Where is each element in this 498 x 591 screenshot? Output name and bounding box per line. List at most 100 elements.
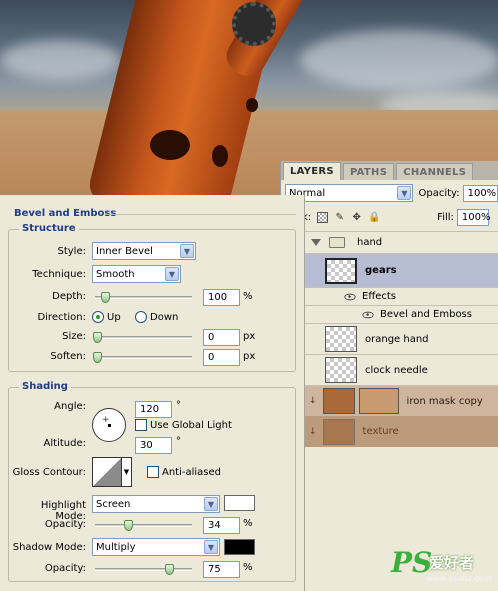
panel-tabs: LAYERS PATHS CHANNELS xyxy=(281,161,498,180)
eye-icon[interactable] xyxy=(362,311,374,318)
site-watermark: PS 爱好者 www.psahz.com xyxy=(391,546,495,588)
shadow-opacity-unit: % xyxy=(243,562,253,573)
anti-aliased-checkbox[interactable] xyxy=(147,466,159,478)
effects-label: Effects xyxy=(362,291,396,302)
lock-transparent-icon[interactable] xyxy=(317,211,329,223)
depth-slider[interactable] xyxy=(95,292,192,303)
shadow-opacity-field[interactable]: 75 xyxy=(203,561,240,578)
layer-texture[interactable]: ↓ texture xyxy=(281,416,498,447)
soften-slider-thumb[interactable] xyxy=(93,352,102,363)
direction-up-radio[interactable] xyxy=(92,311,104,323)
fill-field[interactable]: 100% xyxy=(456,208,491,226)
layer-group-hand[interactable]: hand xyxy=(281,231,498,253)
size-field[interactable]: 0 xyxy=(203,329,240,346)
effect-name: Bevel and Emboss xyxy=(380,309,472,320)
tab-channels[interactable]: CHANNELS xyxy=(396,163,474,180)
layer-thumbnail xyxy=(322,388,355,414)
depth-unit: % xyxy=(243,291,253,302)
size-slider-thumb[interactable] xyxy=(93,332,102,343)
layer-thumbnail xyxy=(325,357,357,383)
shading-legend: Shading xyxy=(19,381,71,392)
technique-select[interactable]: Smooth ▼ xyxy=(92,265,181,283)
global-light-checkbox[interactable] xyxy=(135,419,147,431)
layer-effect-bevel[interactable]: Bevel and Emboss xyxy=(281,305,498,323)
soften-field[interactable]: 0 xyxy=(203,349,240,366)
tab-paths[interactable]: PATHS xyxy=(342,163,395,180)
direction-label: Direction: xyxy=(37,312,86,323)
opacity-field[interactable]: 100% xyxy=(462,184,498,202)
depth-field[interactable]: 100 xyxy=(203,289,240,306)
cloud xyxy=(300,30,498,90)
angle-label: Angle: xyxy=(54,401,86,412)
size-unit: px xyxy=(243,331,256,342)
direction-down-radio[interactable] xyxy=(135,311,147,323)
angle-field[interactable]: 120 xyxy=(135,401,172,418)
soften-slider[interactable] xyxy=(93,352,192,363)
layer-orange-hand[interactable]: orange hand xyxy=(281,323,498,354)
bevel-emboss-panel: Bevel and Emboss Structure Style: Inner … xyxy=(0,195,305,591)
size-slider[interactable] xyxy=(93,332,192,343)
layer-list: hand gears Effects Bevel and Emboss oran… xyxy=(281,231,498,591)
chevron-down-icon: ▼ xyxy=(204,540,218,554)
angle-unit: ° xyxy=(176,400,181,411)
soften-label: Soften: xyxy=(50,351,86,362)
layer-effects[interactable]: Effects xyxy=(281,287,498,305)
style-select[interactable]: Inner Bevel ▼ xyxy=(92,242,196,260)
layer-name: orange hand xyxy=(365,333,429,345)
shadow-color-swatch[interactable] xyxy=(224,539,255,555)
chevron-down-icon: ▼ xyxy=(180,244,194,258)
watermark-url: www.psahz.com xyxy=(427,574,492,583)
chevron-down-icon: ▼ xyxy=(397,186,412,200)
size-label: Size: xyxy=(62,331,86,342)
layer-iron-mask-copy[interactable]: ↓ iron mask copy xyxy=(281,385,498,416)
structure-legend: Structure xyxy=(19,223,79,234)
highlight-opacity-thumb[interactable] xyxy=(124,520,133,531)
style-label: Style: xyxy=(57,246,87,257)
highlight-opacity-label: Opacity: xyxy=(44,519,86,530)
angle-dial[interactable]: + xyxy=(92,408,126,442)
clip-arrow-icon: ↓ xyxy=(309,396,317,406)
highlight-opacity-field[interactable]: 34 xyxy=(203,517,240,534)
move-icon[interactable]: ✥ xyxy=(351,212,362,223)
highlight-opacity-slider[interactable] xyxy=(95,520,192,531)
brush-icon[interactable]: ✎ xyxy=(334,212,345,223)
divider xyxy=(106,214,296,215)
lock-icon[interactable]: 🔒 xyxy=(368,212,380,223)
shadow-opacity-label: Opacity: xyxy=(44,563,86,574)
chevron-down-icon[interactable]: ▼ xyxy=(122,457,132,487)
cloud xyxy=(0,40,120,80)
layer-name: iron mask copy xyxy=(406,395,483,407)
depth-slider-thumb[interactable] xyxy=(101,292,110,303)
highlight-color-swatch[interactable] xyxy=(224,495,255,511)
layer-gears[interactable]: gears xyxy=(281,253,498,287)
highlight-mode-select[interactable]: Screen ▼ xyxy=(92,495,220,513)
direction-down-label: Down xyxy=(150,312,179,323)
expand-triangle-icon[interactable] xyxy=(311,239,321,246)
rust-hole xyxy=(150,130,190,160)
layer-name: hand xyxy=(357,237,383,248)
layer-mask-thumbnail xyxy=(358,388,399,414)
layer-clock-needle[interactable]: clock needle xyxy=(281,354,498,385)
rust-hole xyxy=(212,145,228,167)
shadow-mode-label: Shadow Mode: xyxy=(12,542,86,553)
direction-up-label: Up xyxy=(107,312,121,323)
fill-label: Fill: xyxy=(437,211,454,223)
depth-label: Depth: xyxy=(52,291,86,302)
shadow-opacity-slider[interactable] xyxy=(95,564,192,575)
crosshair-icon: + xyxy=(102,415,110,425)
panel-title: Bevel and Emboss xyxy=(14,208,117,219)
shadow-opacity-thumb[interactable] xyxy=(165,564,174,575)
rust-hole xyxy=(246,98,258,112)
layer-name: clock needle xyxy=(365,364,428,376)
soften-unit: px xyxy=(243,351,256,362)
gloss-contour-label: Gloss Contour: xyxy=(12,467,86,478)
layer-thumbnail xyxy=(325,257,357,284)
layer-thumbnail xyxy=(322,418,355,445)
gloss-contour-picker[interactable] xyxy=(92,457,122,487)
shadow-mode-select[interactable]: Multiply ▼ xyxy=(92,538,220,556)
eye-icon[interactable] xyxy=(344,293,356,300)
altitude-field[interactable]: 30 xyxy=(135,437,172,454)
highlight-mode-value: Screen xyxy=(96,498,131,510)
opacity-label: Opacity: xyxy=(418,187,460,199)
tab-layers[interactable]: LAYERS xyxy=(283,162,341,180)
